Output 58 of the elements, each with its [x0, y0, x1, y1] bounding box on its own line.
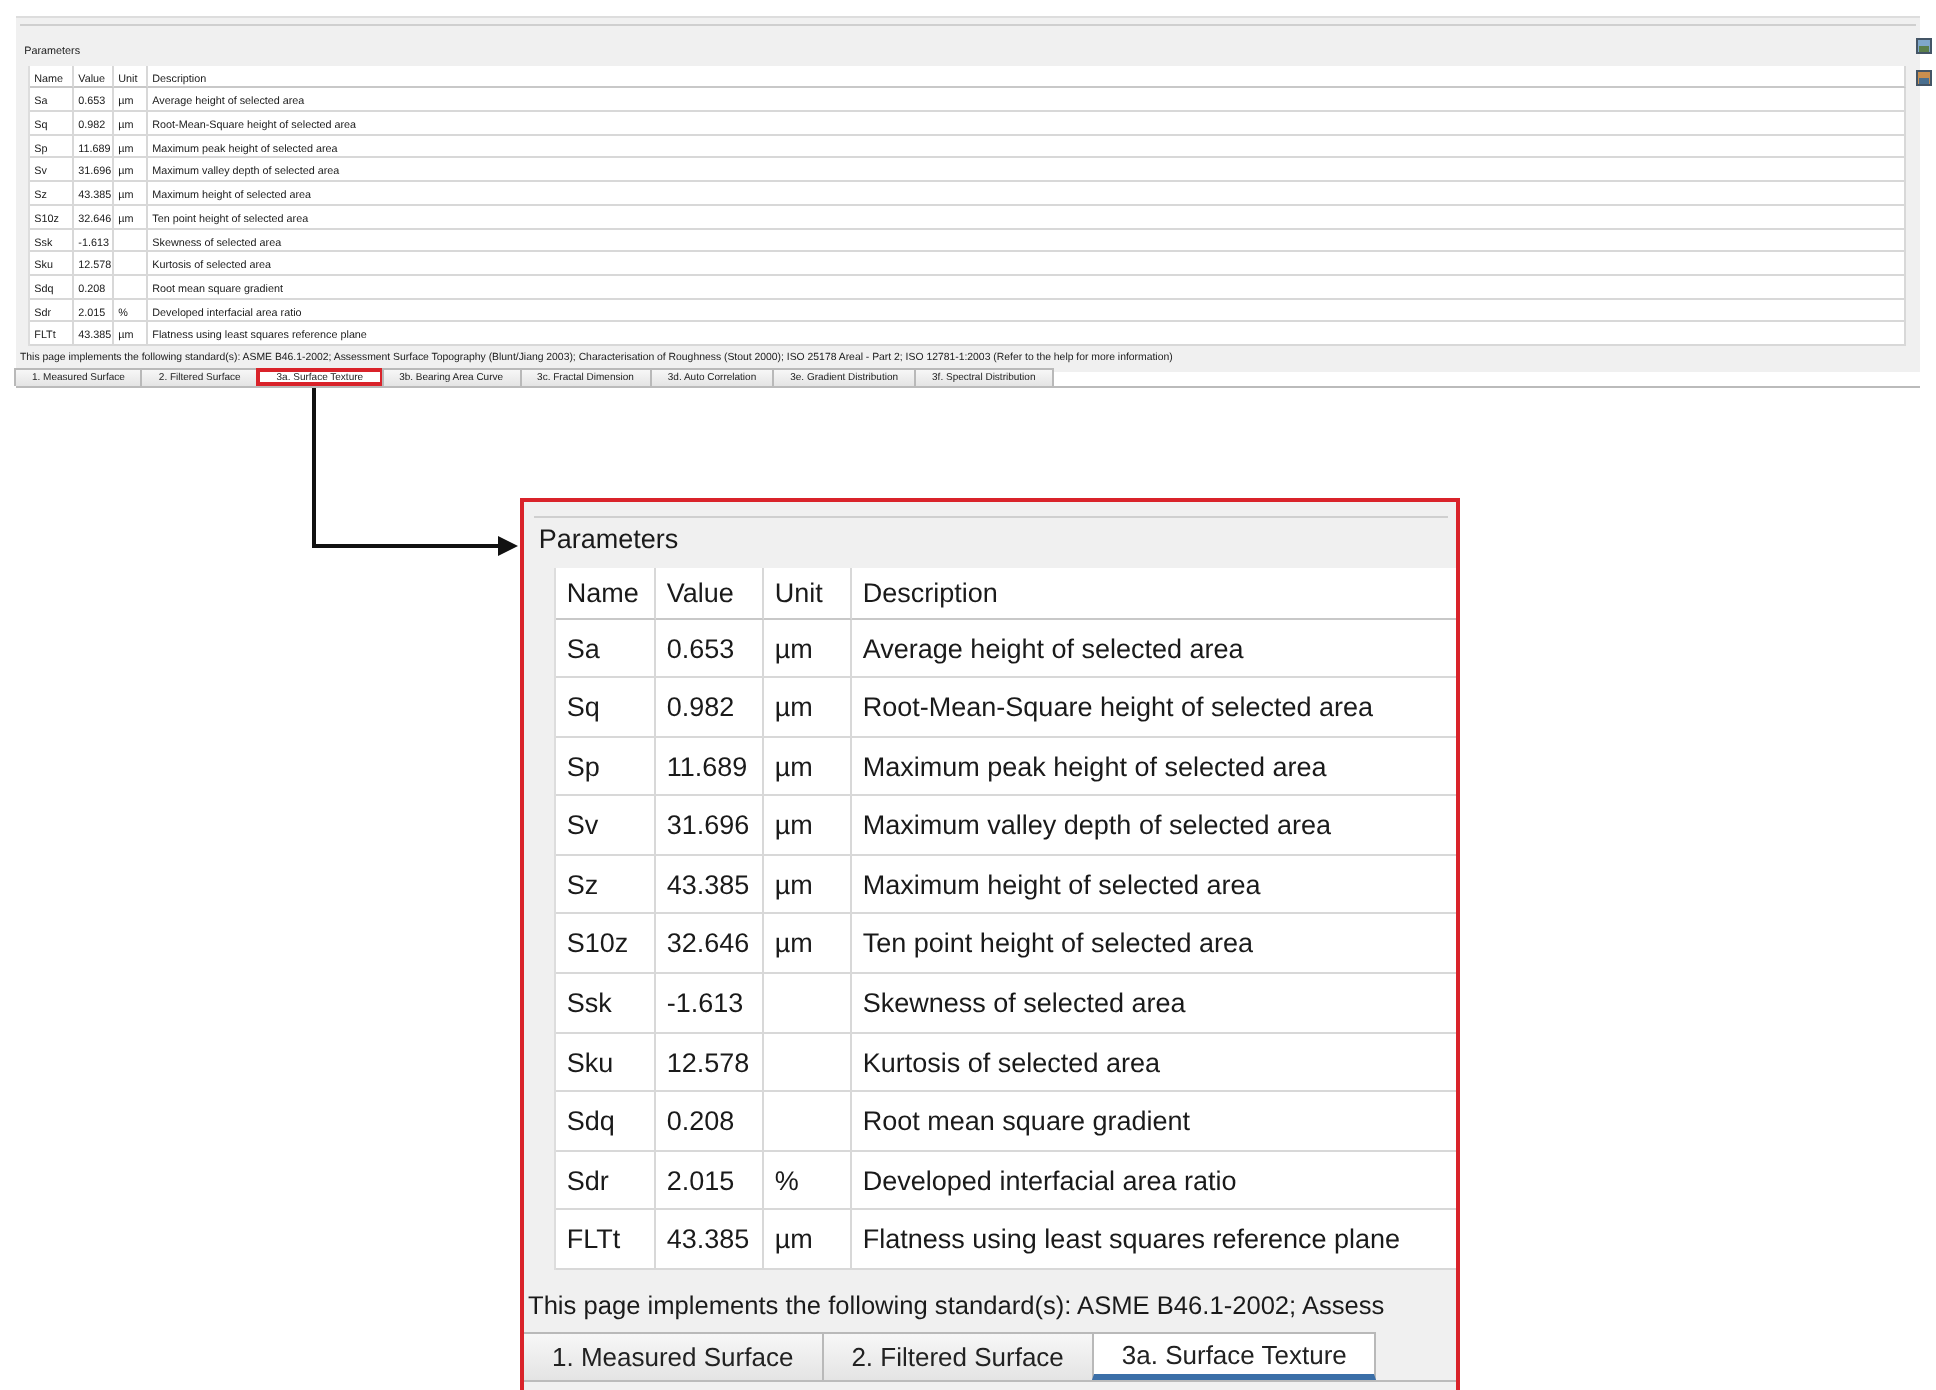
table-cell: Maximum height of selected area — [852, 855, 1456, 915]
table-cell: -1.613 — [656, 974, 765, 1034]
table-cell: Sp — [556, 737, 657, 797]
table-cell: µm — [764, 619, 853, 679]
table-cell: Sz — [556, 855, 657, 915]
table-cell: Average height of selected area — [852, 619, 1456, 679]
table-cell: Sku — [556, 1033, 657, 1093]
table-cell: 0.982 — [656, 678, 765, 738]
table-cell: µm — [764, 737, 853, 797]
table-cell: 43.385 — [656, 855, 765, 915]
table-cell: µm — [764, 914, 853, 975]
table-cell: 12.578 — [656, 1033, 765, 1093]
table-cell: Root-Mean-Square height of selected area — [852, 678, 1456, 738]
table-cell: Root mean square gradient — [852, 1092, 1456, 1152]
table-cell: Maximum valley depth of selected area — [852, 796, 1456, 856]
table-cell: 0.208 — [656, 1092, 765, 1152]
table-cell — [764, 1033, 853, 1093]
table-cell: µm — [764, 1210, 853, 1271]
column-header: Description — [852, 567, 1456, 619]
table-cell — [114, 252, 149, 276]
table-cell: 43.385 — [656, 1210, 765, 1271]
table-cell — [764, 974, 853, 1034]
image-icon[interactable] — [1916, 38, 1932, 54]
table-cell: Sq — [556, 678, 657, 738]
column-header: Name — [556, 567, 657, 619]
table-cell: S10z — [556, 914, 657, 975]
table-cell: 2.015 — [656, 1151, 765, 1211]
table-cell: Skewness of selected area — [852, 974, 1456, 1034]
table-cell: 32.646 — [656, 914, 765, 975]
image-icon[interactable] — [1916, 70, 1932, 86]
group-title: Parameters — [534, 524, 683, 555]
table-cell — [764, 1092, 853, 1152]
table-cell: Developed interfacial area ratio — [852, 1151, 1456, 1211]
table-cell: 0.653 — [656, 619, 765, 679]
table-cell: Flatness using least squares reference plane — [852, 1210, 1456, 1271]
table-cell: µm — [764, 678, 853, 738]
table-cell: Sdq — [556, 1092, 657, 1152]
table-cell: Maximum peak height of selected area — [852, 737, 1456, 797]
tab[interactable]: 3a. Surface Texture — [1091, 1332, 1377, 1381]
table-cell: Sa — [556, 619, 657, 679]
table-cell: µm — [764, 855, 853, 915]
standards-note: This page implements the following standard(s): ASME B46.1-2002; Assess — [526, 1288, 1385, 1325]
table-cell: Kurtosis of selected area — [852, 1033, 1456, 1093]
table-cell: 11.689 — [656, 737, 765, 797]
table-cell — [114, 275, 149, 300]
tab[interactable]: 1. Measured Surface — [524, 1332, 824, 1381]
table-cell — [114, 229, 149, 253]
column-header: Unit — [764, 567, 853, 619]
table-cell: Ssk — [556, 974, 657, 1034]
table-cell: FLTt — [556, 1210, 657, 1271]
table-cell: Sv — [556, 796, 657, 856]
table-cell: Sdr — [556, 1151, 657, 1211]
table-cell: % — [764, 1151, 853, 1211]
table-cell: 31.696 — [656, 796, 765, 856]
column-header: Value — [656, 567, 765, 619]
tab[interactable]: 2. Filtered Surface — [821, 1332, 1094, 1381]
table-cell: µm — [764, 796, 853, 856]
table-cell: Ten point height of selected area — [852, 914, 1456, 975]
